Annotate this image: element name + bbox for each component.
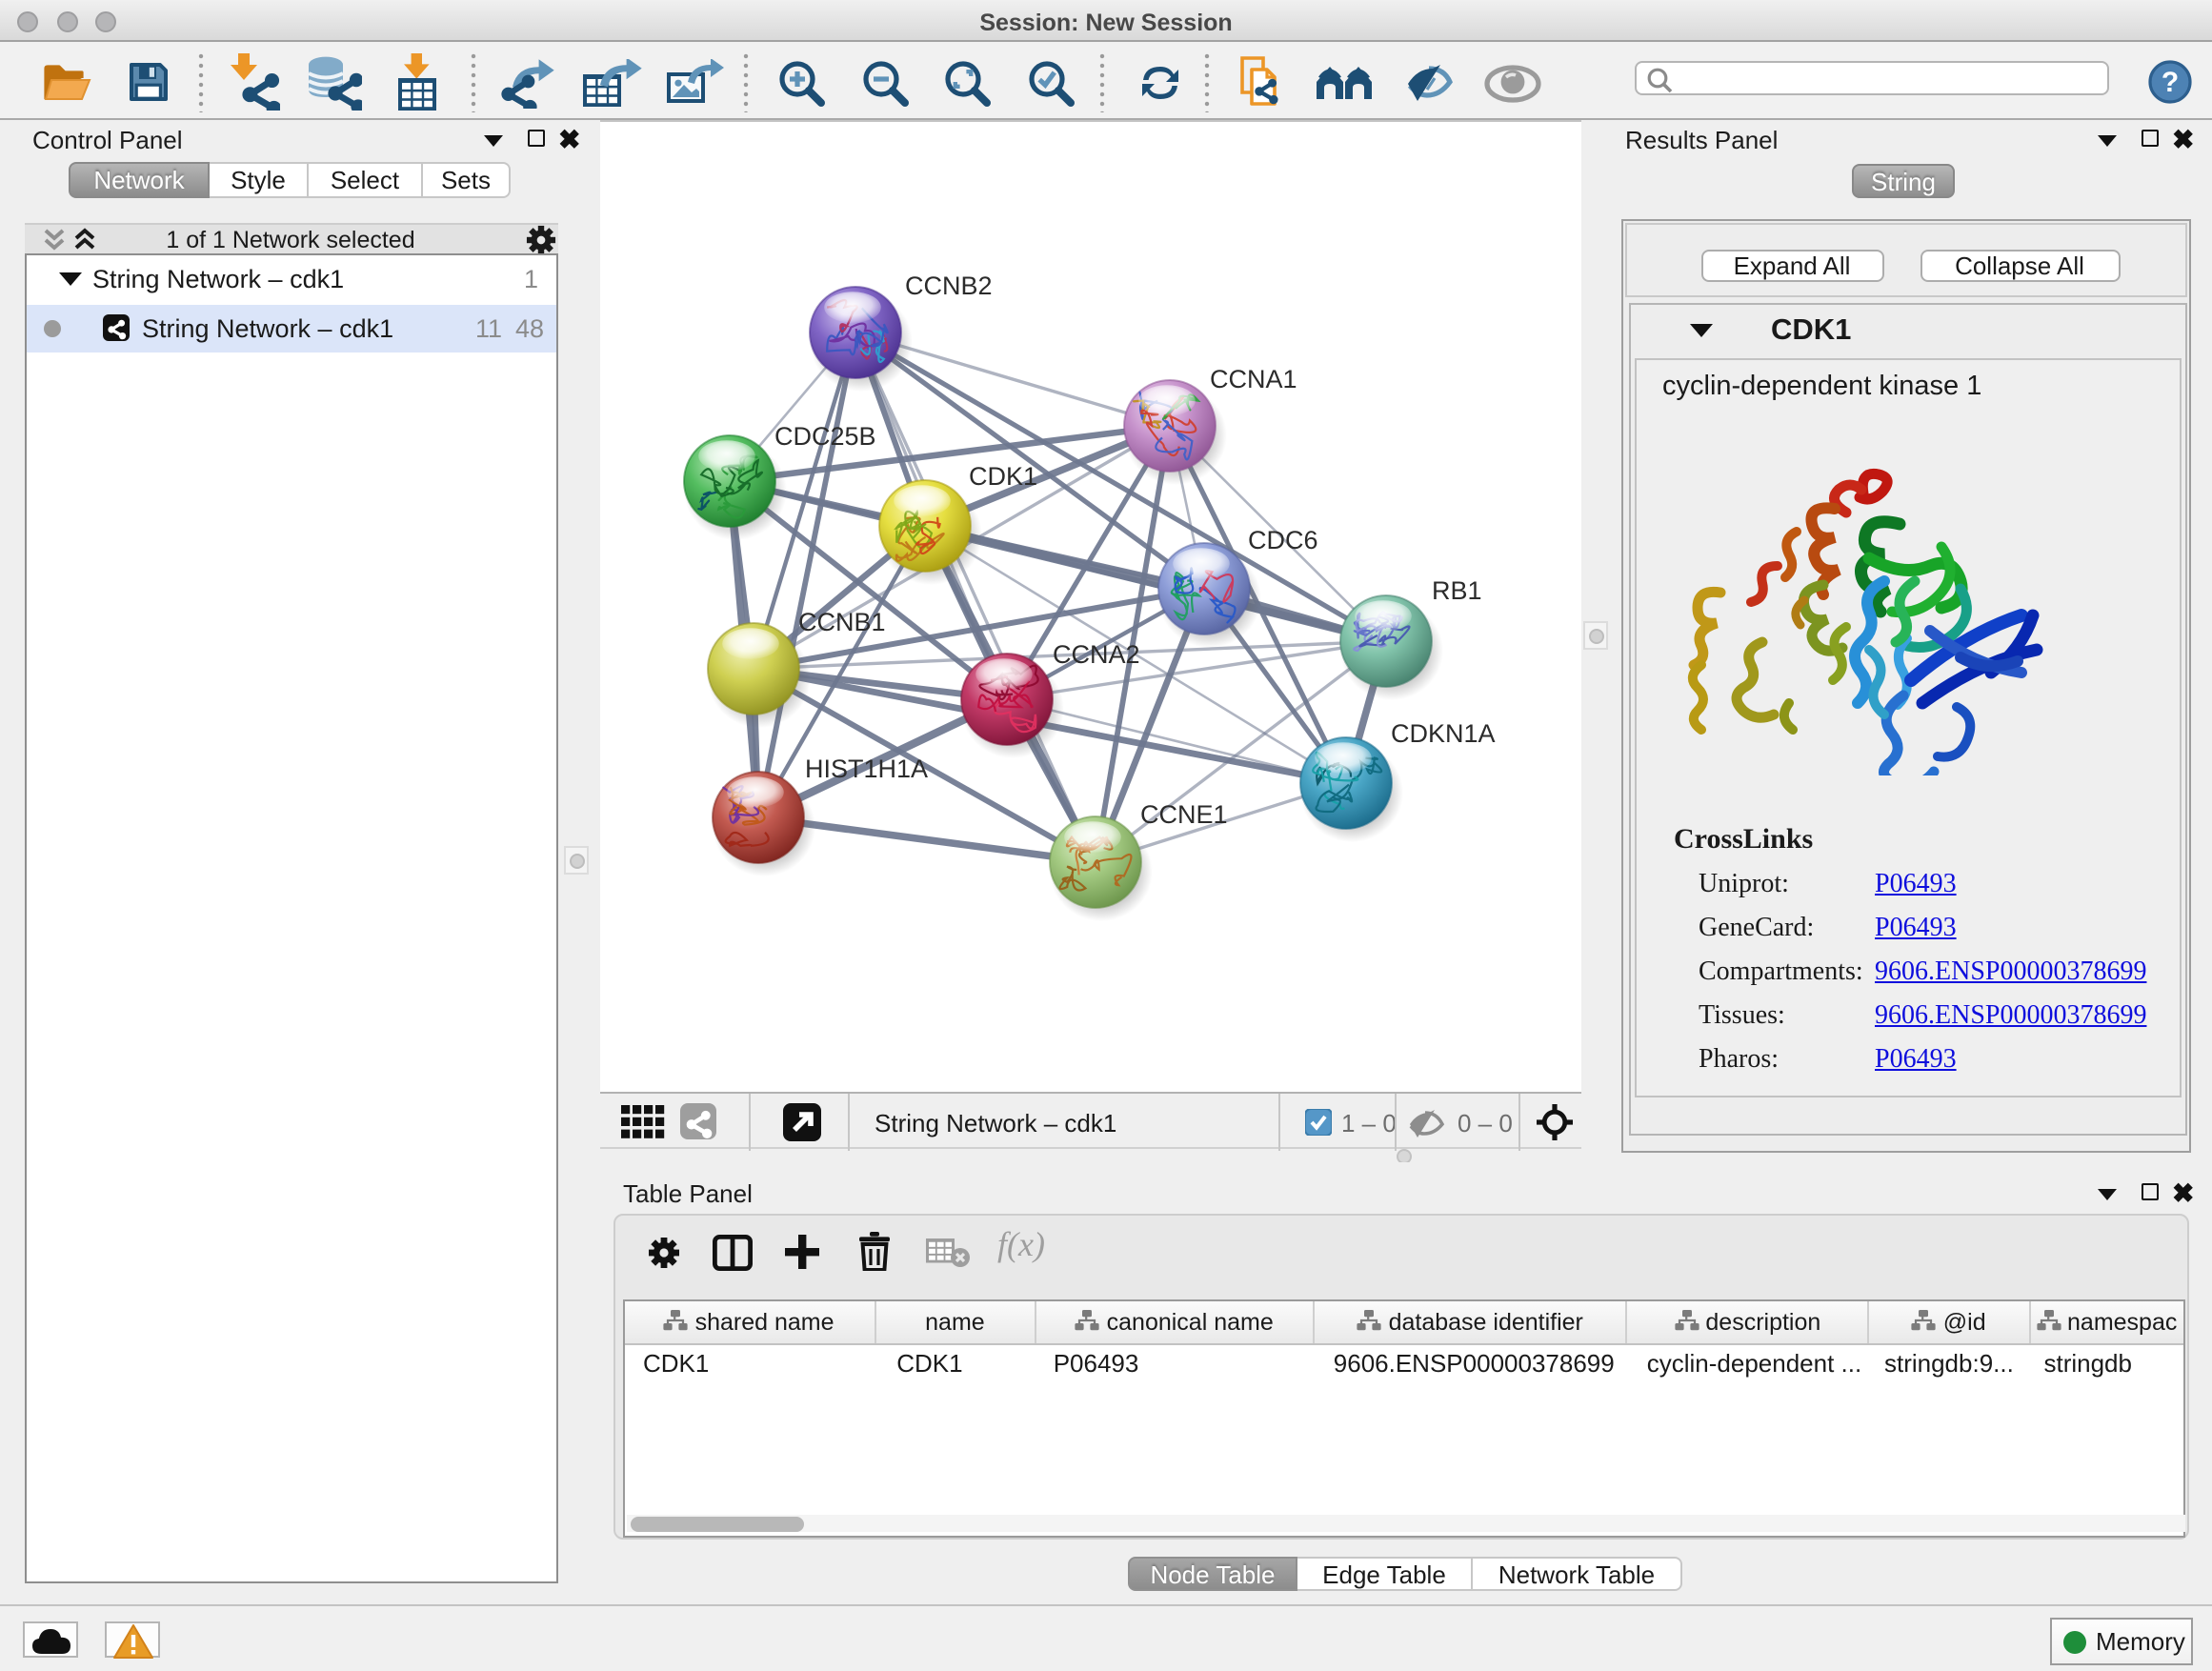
- svg-text:CDKN1A: CDKN1A: [1391, 719, 1496, 748]
- svg-text:RB1: RB1: [1432, 576, 1482, 605]
- svg-text:CDC6: CDC6: [1248, 526, 1318, 554]
- svg-text:?: ?: [2162, 67, 2179, 98]
- svg-text:CDC25B: CDC25B: [774, 422, 876, 451]
- svg-text:CDK1: CDK1: [969, 462, 1037, 491]
- svg-text:CCNA1: CCNA1: [1210, 365, 1297, 393]
- svg-text:CCNB1: CCNB1: [798, 608, 886, 636]
- svg-text:HIST1H1A: HIST1H1A: [805, 755, 928, 783]
- svg-text:CCNB2: CCNB2: [905, 272, 993, 300]
- svg-text:CCNE1: CCNE1: [1140, 800, 1228, 829]
- svg-text:CCNA2: CCNA2: [1053, 640, 1140, 669]
